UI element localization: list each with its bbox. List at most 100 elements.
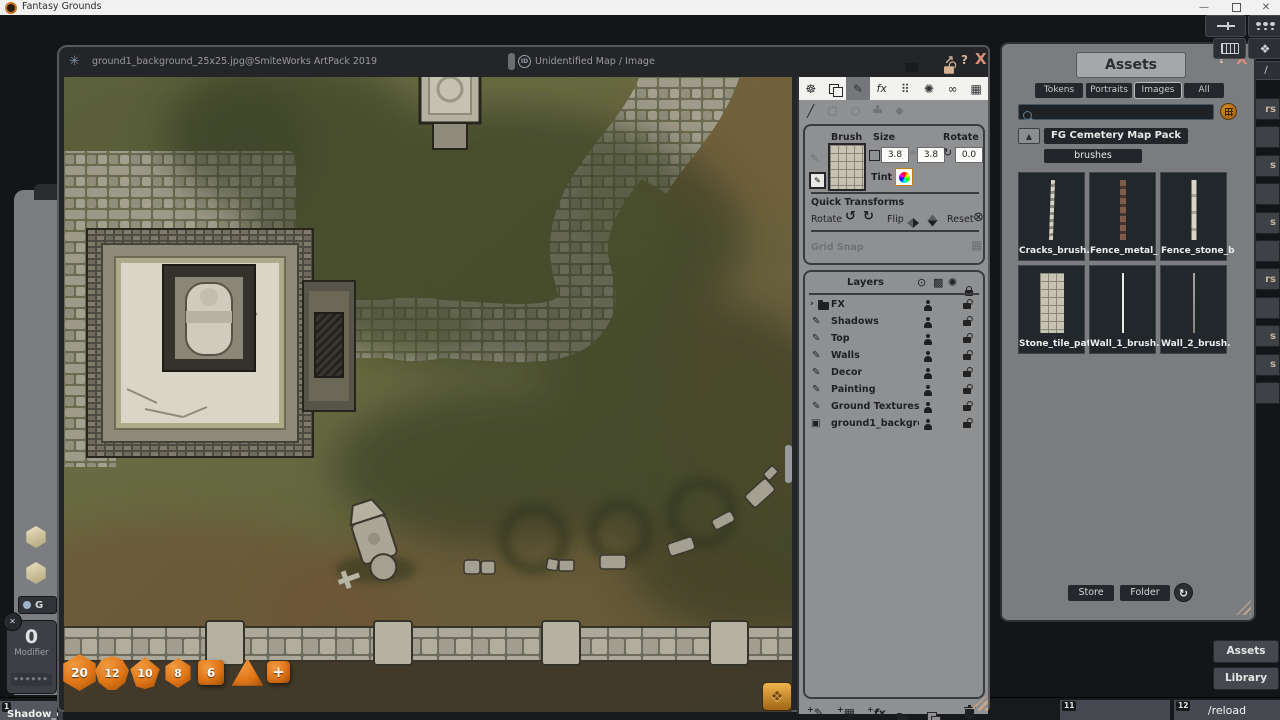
player-visibility-icon[interactable] — [923, 402, 933, 413]
sidebar-category-button-3[interactable]: s — [1254, 155, 1280, 177]
folder-up-button[interactable]: ▲ — [1018, 128, 1040, 144]
map-close-button[interactable]: X — [975, 50, 987, 68]
layer-row-shadows[interactable]: ✎Shadows — [805, 314, 983, 331]
link-size-icon[interactable]: ∞ — [909, 148, 917, 158]
sidebar-category-button-6[interactable] — [1254, 240, 1280, 262]
folder-breadcrumb-button[interactable]: brushes — [1044, 149, 1142, 163]
window-maximize-button[interactable] — [1222, 0, 1250, 15]
lock-icon[interactable] — [944, 66, 954, 74]
asset-tile-fence-stone-b[interactable]: Fence_stone_b — [1160, 172, 1227, 261]
unlock-icon[interactable] — [963, 371, 971, 377]
add-fx-layer-icon[interactable]: +fx — [867, 705, 886, 720]
rotate-cw-icon[interactable]: ↻ — [863, 209, 874, 224]
radial-menu-button[interactable]: ❖ — [762, 682, 792, 711]
modifier-box[interactable]: 0 Modifier ◆◆◆◆◆◆ — [6, 620, 57, 694]
delete-layer-icon[interactable] — [965, 704, 974, 720]
asset-tile-stone-tile-pat[interactable]: Stone_tile_pat — [1018, 265, 1085, 354]
pop-out-arrow-icon[interactable]: ↗ — [944, 53, 954, 67]
map-canvas[interactable] — [64, 77, 792, 712]
sidebar-category-button-8[interactable] — [1254, 297, 1280, 319]
brush-size-height-input[interactable] — [917, 147, 945, 163]
map-scrollbar-thumb[interactable] — [785, 445, 792, 483]
modifier-dots[interactable]: ◆◆◆◆◆◆ — [11, 673, 52, 686]
folder-button[interactable]: Folder — [1120, 585, 1170, 601]
header-divider-handle[interactable] — [508, 53, 515, 70]
options-slider-button[interactable] — [1205, 15, 1246, 37]
unlock-icon[interactable] — [963, 320, 971, 326]
asset-search-input[interactable] — [1018, 104, 1214, 120]
layer-row-walls[interactable]: ✎Walls — [805, 348, 983, 365]
layers-tool-icon[interactable] — [823, 77, 847, 100]
dice-tray-button[interactable]: ❖ — [1248, 38, 1280, 59]
flip-vertical-icon[interactable] — [924, 215, 943, 227]
eraser-icon[interactable]: ◆ — [895, 104, 903, 117]
window-close-button[interactable]: ✕ — [1252, 0, 1280, 15]
window-minimize-button[interactable]: — — [1190, 0, 1218, 15]
sidebar-category-button-5[interactable]: s — [1254, 212, 1280, 234]
unlock-icon[interactable] — [963, 388, 971, 394]
add-folder-icon[interactable] — [897, 708, 908, 720]
globe-tool-icon[interactable]: ☸ — [799, 77, 823, 100]
asset-tile-fence-metal[interactable]: Fence_metal_ — [1089, 172, 1156, 261]
unlock-icon[interactable] — [963, 405, 971, 411]
player-visibility-icon[interactable] — [923, 385, 933, 396]
line-draw-icon[interactable]: ╱ — [807, 104, 814, 118]
sidebar-category-button-11[interactable] — [1254, 382, 1280, 404]
brush-small-icon[interactable]: ✎ — [810, 152, 819, 165]
tint-color-swatch[interactable] — [895, 168, 913, 186]
asset-tile-cracks-brush[interactable]: Cracks_brush. — [1018, 172, 1085, 261]
asset-tile-wall-2-brush[interactable]: Wall_2_brush. — [1160, 265, 1227, 354]
unlock-icon[interactable] — [963, 303, 971, 309]
d6-die[interactable]: 6 — [198, 660, 224, 685]
layer-row-fx[interactable]: ›FX — [805, 297, 983, 314]
asset-grid-view-button[interactable] — [1220, 103, 1237, 120]
hotkey-slot-1[interactable]: 1 Shadow_c — [0, 701, 57, 720]
bulb-icon[interactable]: ✺ — [948, 276, 957, 289]
player-visibility-icon[interactable] — [923, 419, 933, 430]
hotkey-slot-12[interactable]: 12 /reload — [1174, 700, 1280, 720]
tab-all[interactable]: All — [1184, 83, 1224, 98]
brush-size-width-input[interactable] — [881, 147, 909, 163]
refresh-button[interactable]: ↻ — [1174, 583, 1193, 602]
party-button[interactable] — [1248, 15, 1280, 37]
asset-tile-wall-1-brush[interactable]: Wall_1_brush. — [1089, 265, 1156, 354]
rotate-ccw-icon[interactable]: ↺ — [845, 209, 856, 224]
reset-icon[interactable]: ⊗ — [973, 210, 984, 225]
keyboard-button[interactable] — [1213, 38, 1246, 59]
store-button[interactable]: Store — [1068, 585, 1114, 601]
dock-assets-button[interactable]: Assets — [1213, 640, 1279, 663]
sidebar-category-button-9[interactable]: s — [1254, 325, 1280, 347]
share-bubble-icon[interactable] — [905, 63, 918, 72]
effects-tool-icon[interactable]: fx — [870, 77, 894, 100]
unlock-icon[interactable] — [963, 354, 971, 360]
select-tool-icon[interactable]: ⠿ — [894, 77, 918, 100]
sidebar-category-button-2[interactable] — [1254, 126, 1280, 148]
tab-tokens[interactable]: Tokens — [1035, 83, 1083, 98]
paint-tool-icon[interactable]: ✎ — [846, 77, 870, 100]
brush-rotate-input[interactable] — [955, 147, 983, 163]
assets-window-title[interactable]: Assets — [1076, 52, 1186, 78]
edit-brush-icon[interactable]: ✎ — [809, 172, 826, 189]
sidebar-category-button-1[interactable]: rs — [1254, 98, 1280, 120]
lighting-tool-icon[interactable]: ✺ — [917, 77, 941, 100]
layer-row-painting[interactable]: ✎Painting — [805, 382, 983, 399]
rect-draw-icon[interactable]: ▢ — [827, 104, 837, 117]
sidebar-category-button-10[interactable]: s — [1254, 354, 1280, 376]
pack-breadcrumb-button[interactable]: FG Cemetery Map Pack — [1044, 128, 1188, 144]
map-help-button[interactable]: ? — [961, 53, 968, 67]
layer-row-ground1-background-2[interactable]: ▣ground1_background_2... — [805, 416, 983, 433]
duplicate-layer-icon[interactable] — [927, 707, 937, 720]
chevron-right-icon[interactable]: › — [810, 299, 814, 309]
add-paint-layer-icon[interactable]: +✎ — [807, 705, 824, 720]
brush-preview[interactable] — [828, 143, 866, 191]
layer-row-ground-textures[interactable]: ✎Ground Textures — [805, 399, 983, 416]
player-visibility-icon[interactable] — [923, 351, 933, 362]
grid-snap-icon[interactable]: ▦ — [971, 238, 982, 252]
sidebar-category-button-4[interactable] — [1254, 183, 1280, 205]
tab-images[interactable]: Images — [1135, 83, 1181, 98]
gm-vision-button[interactable]: G — [18, 596, 57, 614]
stamp-draw-icon[interactable] — [873, 109, 882, 113]
layer-row-top[interactable]: ✎Top — [805, 331, 983, 348]
dock-library-button[interactable]: Library — [1213, 667, 1279, 690]
player-visibility-icon[interactable] — [923, 368, 933, 379]
